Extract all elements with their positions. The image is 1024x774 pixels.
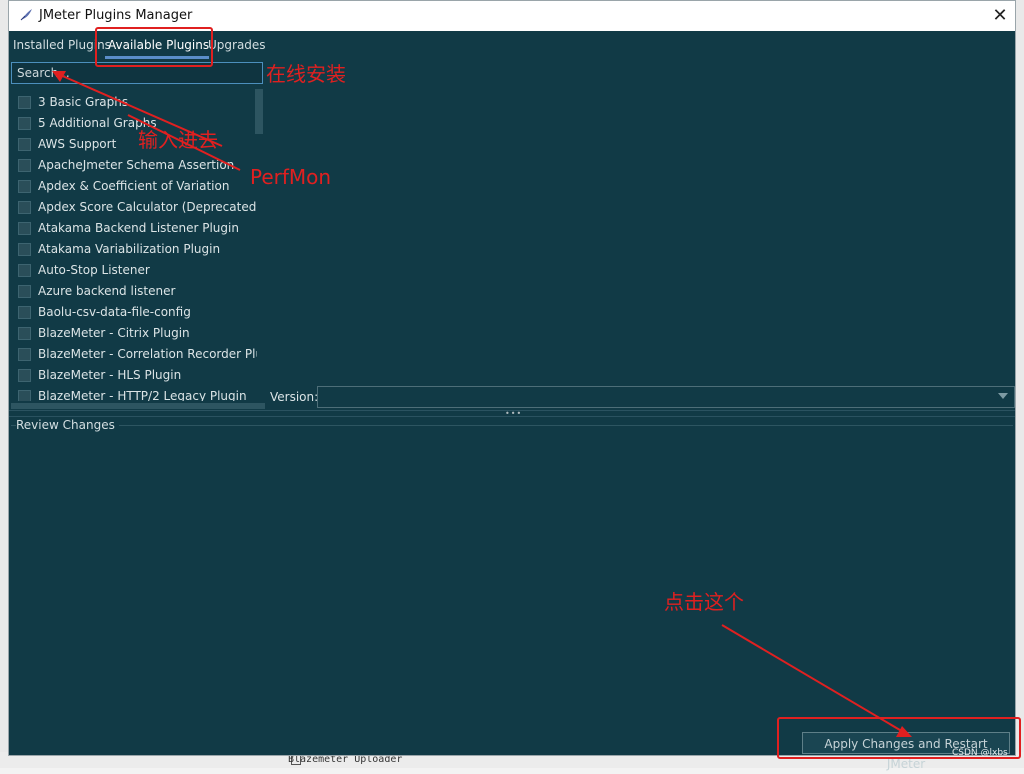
plugin-list-vertical-scrollbar[interactable] [255,89,263,134]
plugin-item[interactable]: ApacheJmeter Schema Assertion [18,157,257,175]
background-right-strip [1016,0,1024,768]
plugin-checkbox[interactable] [18,369,31,382]
plugin-checkbox[interactable] [18,180,31,193]
background-left-strip [0,0,8,768]
plugin-item[interactable]: Atakama Backend Listener Plugin [18,220,257,238]
plugin-checkbox[interactable] [18,285,31,298]
plugin-item[interactable]: Atakama Variabilization Plugin [18,241,257,259]
review-changes-title: Review Changes [16,418,119,432]
plugin-item[interactable]: Baolu-csv-data-file-config [18,304,257,322]
plugin-label: Apdex Score Calculator (Deprecated) [38,200,257,214]
plugin-checkbox[interactable] [18,327,31,340]
plugin-label: BlazeMeter - HLS Plugin [38,368,182,382]
plugin-item[interactable]: BlazeMeter - HLS Plugin [18,367,257,385]
annotation-online-install: 在线安装 [266,62,346,86]
plugin-item[interactable]: Apdex & Coefficient of Variation [18,178,257,196]
plugin-item[interactable]: BlazeMeter - Citrix Plugin [18,325,257,343]
plugin-item[interactable]: Auto-Stop Listener [18,262,257,280]
version-select[interactable] [317,386,1015,408]
plugin-label: Auto-Stop Listener [38,263,150,277]
plugin-label: ApacheJmeter Schema Assertion [38,158,235,172]
plugin-label: Azure backend listener [38,284,176,298]
plugin-label: Apdex & Coefficient of Variation [38,179,230,193]
plugin-item[interactable]: BlazeMeter - Correlation Recorder Plugin [18,346,257,364]
plugin-label: Atakama Backend Listener Plugin [38,221,239,235]
plugin-label: BlazeMeter - Citrix Plugin [38,326,190,340]
close-button[interactable]: ✕ [985,1,1015,31]
review-changes-panel: Review Changes [11,418,1013,722]
plugin-item[interactable]: BlazeMeter - HTTP/2 Legacy Plugin [18,388,257,401]
jmeter-feather-icon [20,9,32,21]
plugin-list-horizontal-scrollbar[interactable] [11,403,265,409]
annotation-perfmon: PerfMon [250,165,332,189]
plugin-label: BlazeMeter - HTTP/2 Legacy Plugin [38,389,247,401]
plugin-checkbox[interactable] [18,159,31,172]
plugin-checkbox[interactable] [18,138,31,151]
plugin-item[interactable]: 3 Basic Graphs [18,94,257,112]
plugin-list: 3 Basic Graphs 5 Additional Graphs AWS S… [9,89,257,401]
plugin-label: BlazeMeter - Correlation Recorder Plugin [38,347,257,361]
plugin-checkbox[interactable] [18,306,31,319]
plugins-manager-dialog: JMeter Plugins Manager ✕ Installed Plugi… [8,0,1016,771]
plugin-item[interactable]: Apdex Score Calculator (Deprecated) [18,199,257,217]
plugin-checkbox[interactable] [18,243,31,256]
window-title: JMeter Plugins Manager [39,8,193,23]
tab-upgrades[interactable]: Upgrades [208,38,266,52]
annotation-type-in: 输入进去 [138,128,218,152]
chevron-down-icon [998,393,1008,399]
annotation-box-tab [95,27,213,67]
annotation-box-apply [777,717,1021,759]
plugin-label: Atakama Variabilization Plugin [38,242,221,256]
plugin-checkbox[interactable] [18,390,31,401]
plugin-checkbox[interactable] [18,201,31,214]
plugin-checkbox[interactable] [18,348,31,361]
version-label: Version: [270,390,319,404]
plugin-checkbox[interactable] [18,264,31,277]
plugin-checkbox[interactable] [18,222,31,235]
plugin-label: 3 Basic Graphs [38,95,129,109]
plugin-label: Baolu-csv-data-file-config [38,305,191,319]
plugin-checkbox[interactable] [18,117,31,130]
annotation-click-this: 点击这个 [664,590,744,614]
grip-dots-icon: ••• [505,409,523,418]
plugin-item[interactable]: Azure backend listener [18,283,257,301]
plugin-checkbox[interactable] [18,96,31,109]
plugin-label: AWS Support [38,137,117,151]
panel-splitter[interactable]: ••• [9,409,1015,418]
